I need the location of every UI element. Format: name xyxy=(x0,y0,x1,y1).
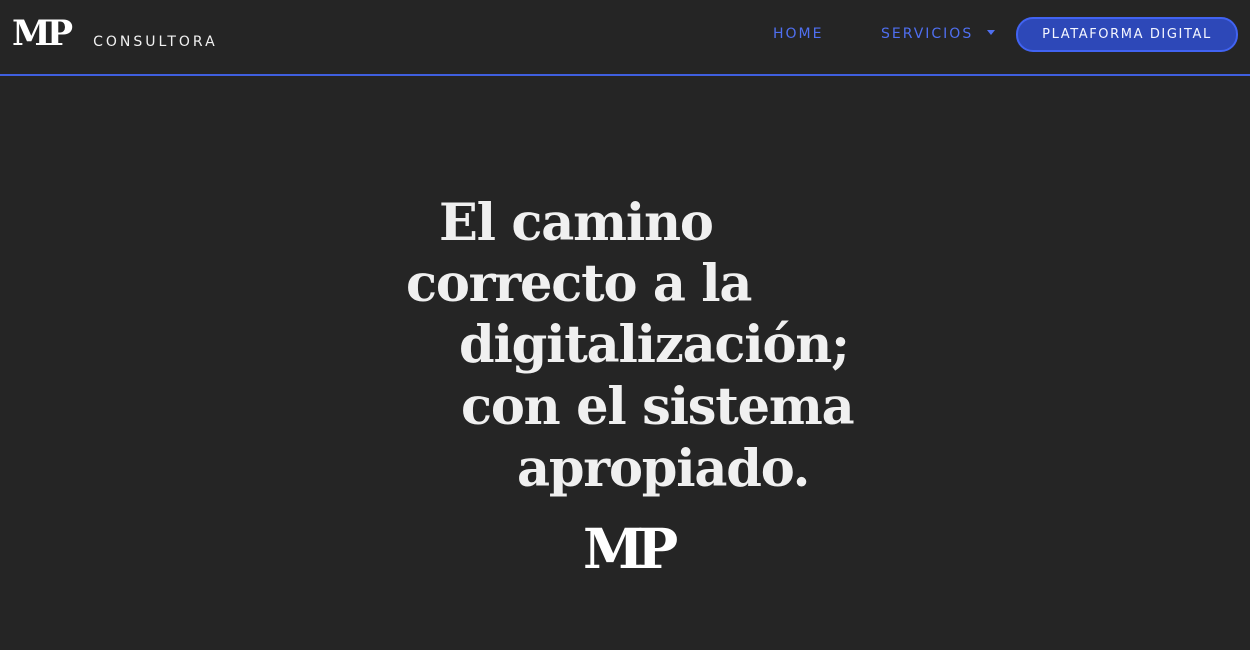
nav-services-dropdown[interactable]: SERVICIOS xyxy=(881,26,995,42)
digital-platform-button[interactable]: PLATAFORMA DIGITAL xyxy=(1016,17,1238,52)
hero-heading-line: apropiado. xyxy=(517,439,810,499)
hero-heading-line: digitalización; xyxy=(459,315,850,375)
hero-section: El camino correcto a la digitalización; … xyxy=(0,76,1250,650)
services-label: SERVICIOS xyxy=(881,26,974,42)
brand-link[interactable]: MP CONSULTORA xyxy=(12,16,218,52)
top-navbar: MP CONSULTORA HOME SERVICIOS PLATAFORMA … xyxy=(0,0,1250,76)
hero-heading-line: correcto a la xyxy=(406,254,752,314)
brand-logo: MP xyxy=(12,13,73,54)
hero-heading-line: con el sistema xyxy=(461,377,855,437)
hero-heading-line: El camino xyxy=(439,193,714,253)
brand-name: CONSULTORA xyxy=(93,34,218,50)
chevron-down-icon xyxy=(986,30,995,35)
hero-logo: MP xyxy=(583,516,678,581)
nav-home-link[interactable]: HOME xyxy=(773,26,823,42)
